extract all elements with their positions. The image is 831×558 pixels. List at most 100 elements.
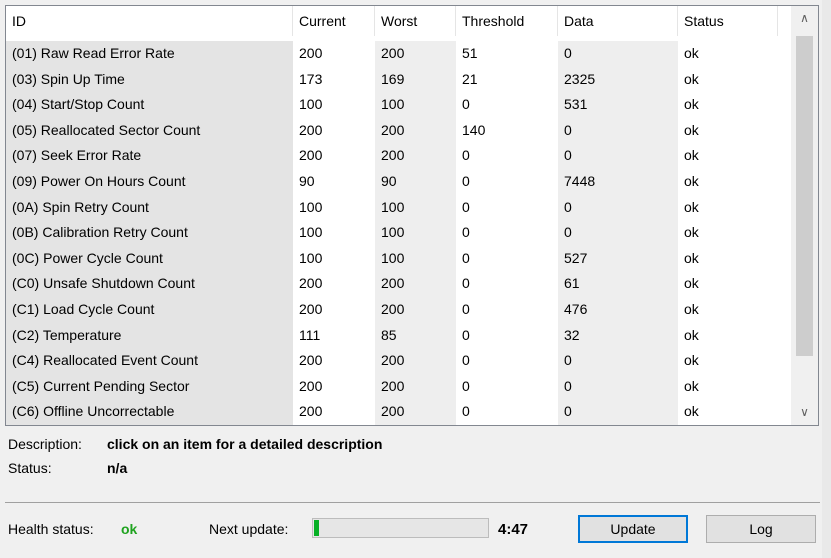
cell-worst: 100 (375, 194, 456, 221)
cell-threshold: 140 (462, 121, 486, 138)
cell-threshold: 0 (462, 300, 470, 317)
cell-current: 173 (299, 70, 323, 87)
table-row[interactable]: (0C) Power Cycle Count 100 100 0 527 ok (6, 245, 791, 272)
cell-worst: 200 (375, 41, 456, 67)
cell-current: 111 (299, 326, 321, 343)
cell-threshold: 0 (462, 377, 470, 394)
cell-data: 531 (558, 92, 678, 118)
next-update-label: Next update: (209, 521, 289, 537)
cell-threshold: 0 (462, 249, 470, 266)
description-text: click on an item for a detailed descript… (107, 436, 383, 452)
cell-data: 0 (558, 399, 678, 425)
table-row[interactable]: (04) Start/Stop Count 100 100 0 531 ok (6, 92, 791, 118)
cell-current: 100 (299, 198, 323, 215)
cell-id: (C4) Reallocated Event Count (6, 348, 293, 374)
cell-id: (C6) Offline Uncorrectable (6, 399, 293, 425)
cell-status: ok (684, 96, 699, 113)
cell-id: (09) Power On Hours Count (6, 168, 293, 195)
update-button[interactable]: Update (578, 515, 688, 543)
cell-data: 32 (558, 322, 678, 349)
table-row[interactable]: (C5) Current Pending Sector 200 200 0 0 ok (6, 373, 791, 400)
cell-worst: 100 (375, 245, 456, 272)
description-label: Description: (8, 436, 82, 452)
cell-threshold: 0 (462, 275, 470, 292)
table-row[interactable]: (0B) Calibration Retry Count 100 100 0 0 ok (6, 220, 791, 246)
chevron-down-icon[interactable]: ∨ (791, 400, 818, 425)
column-header-threshold[interactable]: Threshold (456, 6, 558, 36)
list-header: ID Current Worst Threshold Data Status (6, 6, 791, 36)
vertical-scrollbar[interactable]: ∧ ∨ (791, 6, 818, 425)
cell-threshold: 0 (462, 326, 470, 343)
cell-threshold: 51 (462, 45, 478, 61)
cell-status: ok (684, 147, 699, 164)
column-header-id[interactable]: ID (6, 6, 293, 36)
table-row[interactable]: (C4) Reallocated Event Count 200 200 0 0 ok (6, 348, 791, 374)
cell-data: 0 (558, 143, 678, 169)
cell-current: 200 (299, 403, 323, 420)
cell-worst: 200 (375, 117, 456, 144)
table-row[interactable]: (07) Seek Error Rate 200 200 0 0 ok (6, 143, 791, 169)
cell-status: ok (684, 121, 699, 138)
cell-id: (01) Raw Read Error Rate (6, 41, 293, 67)
cell-worst: 90 (375, 168, 456, 195)
cell-threshold: 0 (462, 224, 470, 241)
cell-status: ok (684, 352, 699, 369)
table-row[interactable]: (C1) Load Cycle Count 200 200 0 476 ok (6, 296, 791, 323)
health-status-label: Health status: (8, 521, 94, 537)
table-row[interactable]: (C2) Temperature 111 85 0 32 ok (6, 322, 791, 349)
table-row[interactable]: (0A) Spin Retry Count 100 100 0 0 ok (6, 194, 791, 221)
cell-threshold: 0 (462, 403, 470, 420)
cell-current: 100 (299, 249, 323, 266)
cell-status: ok (684, 70, 699, 87)
cell-current: 90 (299, 172, 315, 189)
table-row[interactable]: (01) Raw Read Error Rate 200 200 51 0 ok (6, 41, 791, 67)
cell-status: ok (684, 224, 699, 241)
chevron-up-icon[interactable]: ∧ (791, 6, 818, 31)
cell-current: 100 (299, 224, 323, 241)
window-edge (822, 0, 831, 558)
cell-status: ok (684, 249, 699, 266)
cell-threshold: 0 (462, 198, 470, 215)
countdown-timer: 4:47 (498, 521, 529, 538)
cell-data: 0 (558, 41, 678, 67)
cell-data: 7448 (558, 168, 678, 195)
cell-current: 200 (299, 352, 323, 369)
column-header-worst[interactable]: Worst (375, 6, 456, 36)
scrollbar-thumb[interactable] (796, 36, 813, 356)
cell-id: (07) Seek Error Rate (6, 143, 293, 169)
cell-threshold: 0 (462, 96, 470, 113)
cell-id: (0C) Power Cycle Count (6, 245, 293, 272)
cell-data: 0 (558, 194, 678, 221)
cell-worst: 200 (375, 143, 456, 169)
cell-status: ok (684, 172, 699, 189)
table-row[interactable]: (C6) Offline Uncorrectable 200 200 0 0 ok (6, 399, 791, 425)
list-rows: (01) Raw Read Error Rate 200 200 51 0 ok (03) … (6, 41, 791, 425)
cell-id: (C0) Unsafe Shutdown Count (6, 271, 293, 297)
cell-id: (C5) Current Pending Sector (6, 373, 293, 400)
column-header-current[interactable]: Current (293, 6, 375, 36)
column-header-data[interactable]: Data (558, 6, 678, 36)
cell-data: 0 (558, 117, 678, 144)
cell-worst: 200 (375, 296, 456, 323)
log-button[interactable]: Log (706, 515, 816, 543)
cell-status: ok (684, 326, 699, 343)
cell-id: (C2) Temperature (6, 322, 293, 349)
table-row[interactable]: (09) Power On Hours Count 90 90 0 7448 ok (6, 168, 791, 195)
cell-current: 200 (299, 300, 323, 317)
health-status-value: ok (121, 521, 138, 537)
table-row[interactable]: (05) Reallocated Sector Count 200 200 140 0 o… (6, 117, 791, 144)
cell-id: (05) Reallocated Sector Count (6, 117, 293, 144)
cell-id: (04) Start/Stop Count (6, 92, 293, 118)
update-progress-bar (312, 518, 489, 538)
smart-attributes-list[interactable]: ID Current Worst Threshold Data Status (… (5, 5, 819, 426)
update-progress-fill (314, 520, 319, 536)
cell-current: 100 (299, 96, 323, 113)
table-row[interactable]: (03) Spin Up Time 173 169 21 2325 ok (6, 66, 791, 93)
cell-data: 527 (558, 245, 678, 272)
cell-threshold: 0 (462, 147, 470, 164)
cell-threshold: 0 (462, 172, 470, 189)
cell-worst: 100 (375, 92, 456, 118)
column-header-status[interactable]: Status (678, 6, 778, 36)
table-row[interactable]: (C0) Unsafe Shutdown Count 200 200 0 61 ok (6, 271, 791, 297)
cell-worst: 169 (375, 66, 456, 93)
